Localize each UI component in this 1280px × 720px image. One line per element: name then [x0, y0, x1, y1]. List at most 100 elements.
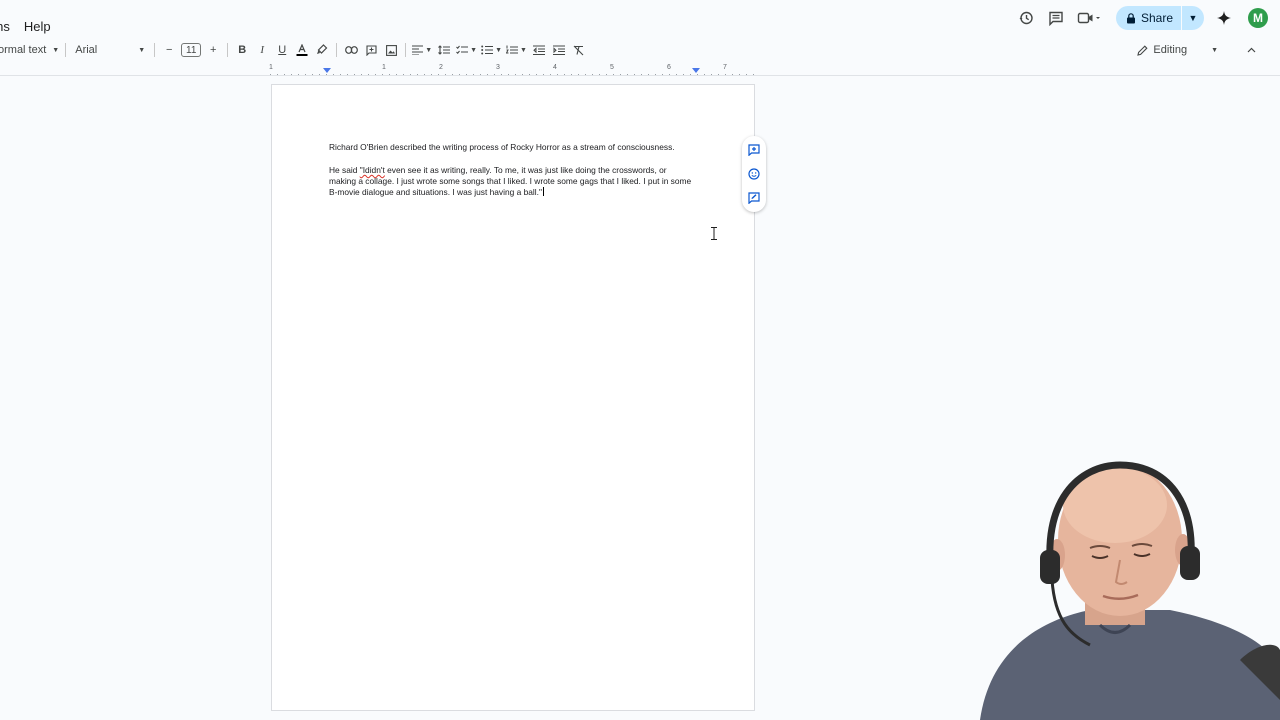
suggest-edit-icon — [748, 192, 760, 204]
align-left-icon — [412, 45, 424, 55]
text-cursor — [542, 187, 544, 197]
bold-icon: B — [238, 44, 247, 56]
chevron-down-icon: ▼ — [470, 46, 478, 54]
checklist-icon — [456, 45, 469, 55]
font-size-input[interactable]: 11 — [181, 40, 202, 60]
editing-mode-label: Editing — [1153, 44, 1188, 56]
chevron-down-icon: ▼ — [1188, 13, 1198, 23]
toolbar-divider-line — [0, 75, 1280, 76]
text-color-icon — [296, 44, 308, 56]
clear-formatting-icon — [574, 45, 584, 55]
add-reaction-button[interactable] — [746, 166, 762, 182]
decrease-indent-button[interactable] — [531, 40, 547, 60]
menu-help[interactable]: Help — [24, 19, 51, 34]
italic-button[interactable]: I — [254, 40, 270, 60]
comment-icon[interactable] — [1042, 6, 1070, 30]
underline-icon: U — [278, 44, 287, 56]
ruler-number: 4 — [553, 64, 557, 71]
increase-indent-icon — [552, 45, 565, 55]
increase-font-size-button[interactable]: + — [205, 40, 221, 60]
ruler-number: 3 — [496, 64, 500, 71]
bulleted-list-button[interactable]: ▼ — [481, 40, 502, 60]
sparkle-icon[interactable] — [1210, 6, 1238, 30]
ruler-number: 1 — [382, 64, 386, 71]
paragraph-style-value: ormal text — [0, 44, 47, 56]
italic-icon: I — [260, 44, 265, 56]
lock-icon — [1126, 12, 1135, 23]
clear-formatting-button[interactable] — [571, 40, 587, 60]
hide-menus-button[interactable] — [1247, 39, 1256, 61]
chevron-up-icon — [1247, 47, 1256, 53]
chevron-down-icon: ▼ — [520, 46, 527, 54]
plus-icon: + — [210, 44, 217, 56]
toolbar-divider — [336, 43, 338, 57]
font-value: Arial — [75, 44, 98, 56]
spelling-error-word[interactable]: "Ididn't — [360, 165, 385, 175]
toolbar-divider — [227, 43, 229, 57]
suggest-edits-button[interactable] — [746, 190, 762, 206]
left-indent-marker[interactable] — [323, 68, 331, 73]
toolbar-divider — [65, 43, 67, 57]
chevron-down-icon: ▼ — [495, 46, 503, 54]
chevron-down-icon: ▼ — [1211, 46, 1218, 54]
bulleted-list-icon — [481, 45, 494, 55]
document-page[interactable]: Richard O'Brien described the writing pr… — [271, 84, 755, 711]
highlight-button[interactable] — [314, 40, 330, 60]
chevron-down-icon: ▼ — [52, 46, 60, 54]
editing-mode-select[interactable]: Editing ▼ — [1137, 39, 1218, 61]
webcam-overlay — [940, 460, 1280, 720]
paragraph-style-select[interactable]: ormal text ▼ — [0, 40, 59, 60]
add-comment-button[interactable] — [363, 40, 379, 60]
paragraph-1[interactable]: Richard O'Brien described the writing pr… — [329, 142, 694, 153]
avatar[interactable]: M — [1248, 8, 1268, 28]
ruler-number: 5 — [610, 64, 614, 71]
minus-icon: − — [166, 44, 173, 56]
paragraph-2-start: He said — [329, 164, 360, 175]
menu-extensions[interactable]: ions — [0, 19, 10, 34]
bold-button[interactable]: B — [234, 40, 250, 60]
emoji-icon — [748, 168, 760, 180]
image-icon — [385, 44, 397, 56]
toolbar-divider — [405, 43, 407, 57]
highlighter-icon — [317, 44, 328, 54]
add-comment-float-button[interactable] — [746, 142, 762, 158]
insert-link-button[interactable] — [343, 40, 359, 60]
chevron-down-icon: ▼ — [425, 46, 433, 54]
menu-bar: ions Help — [0, 16, 65, 36]
toolbar-divider — [154, 43, 156, 57]
add-comment-icon — [748, 144, 760, 156]
paragraph-2[interactable]: He said "Ididn't even see it as writing,… — [329, 165, 694, 199]
insert-image-button[interactable] — [383, 40, 399, 60]
line-spacing-button[interactable] — [436, 40, 452, 60]
chevron-down-icon: ▼ — [138, 46, 146, 54]
ruler-number: 7 — [723, 64, 727, 71]
decrease-indent-icon — [532, 45, 545, 55]
share-label: Share — [1140, 11, 1173, 25]
ruler-number: 1 — [269, 64, 273, 71]
document-body[interactable]: Richard O'Brien described the writing pr… — [329, 142, 694, 210]
font-size-value: 11 — [181, 43, 202, 57]
checklist-button[interactable]: ▼ — [456, 40, 477, 60]
header-actions: Share ▼ M — [1010, 6, 1268, 30]
formatting-toolbar: ormal text ▼ Arial ▼ − 11 + B I U ▼ ▼ ▼ — [0, 39, 1268, 61]
ruler-number: 6 — [667, 64, 671, 71]
version-history-icon[interactable] — [1012, 6, 1040, 30]
presenter-video — [980, 461, 1280, 720]
pencil-icon — [1137, 44, 1148, 56]
add-comment-icon — [366, 44, 377, 56]
right-indent-marker[interactable] — [692, 68, 700, 73]
video-camera-icon[interactable] — [1072, 6, 1106, 30]
link-icon — [344, 46, 358, 54]
numbered-list-button[interactable]: ▼ — [506, 40, 527, 60]
align-button[interactable]: ▼ — [412, 40, 432, 60]
font-select[interactable]: Arial ▼ — [72, 40, 148, 60]
ruler-number: 2 — [439, 64, 443, 71]
text-color-button[interactable] — [294, 40, 310, 60]
decrease-font-size-button[interactable]: − — [161, 40, 177, 60]
floating-actions — [742, 136, 766, 212]
numbered-list-icon — [506, 45, 519, 54]
increase-indent-button[interactable] — [551, 40, 567, 60]
share-button[interactable]: Share — [1115, 6, 1181, 30]
underline-button[interactable]: U — [274, 40, 290, 60]
share-dropdown-button[interactable]: ▼ — [1182, 6, 1204, 30]
